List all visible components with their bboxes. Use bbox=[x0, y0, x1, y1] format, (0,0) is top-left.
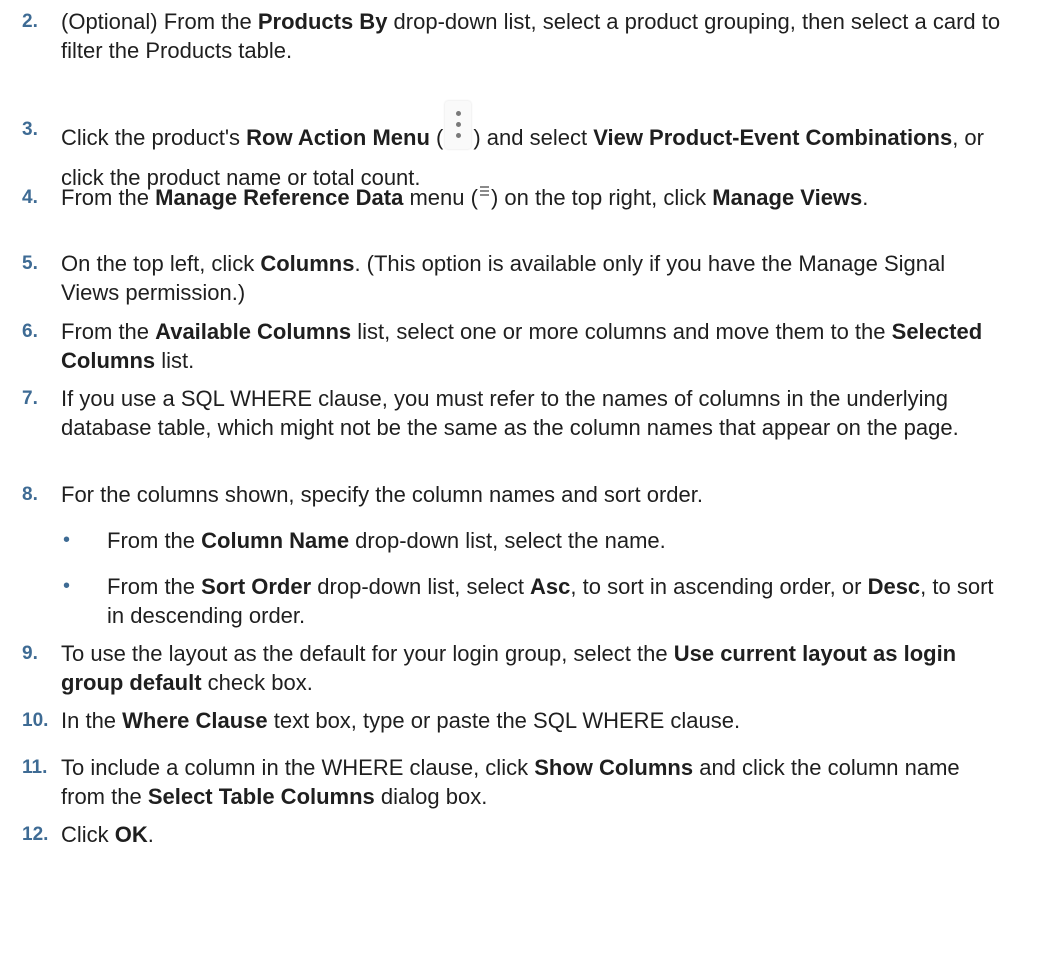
step-text: To include a column in the WHERE clause,… bbox=[61, 755, 960, 809]
step-text: If you use a SQL WHERE clause, you must … bbox=[61, 386, 959, 440]
step-text: From the Available Columns list, select … bbox=[61, 319, 983, 373]
step-number: 8. bbox=[22, 484, 38, 505]
step-text: From the Manage Reference Data menu () o… bbox=[61, 185, 869, 210]
step-number: 9. bbox=[22, 643, 38, 664]
step-text: Click the product's Row Action Menu () a… bbox=[61, 101, 1001, 192]
step-number: 12. bbox=[22, 824, 49, 845]
step-number: 10. bbox=[22, 710, 49, 731]
step-number: 2. bbox=[22, 11, 38, 32]
substep-text: From the Sort Order drop-down list, sele… bbox=[107, 574, 994, 628]
bullet: • bbox=[63, 575, 71, 597]
step-number: 6. bbox=[22, 321, 38, 342]
step-number: 3. bbox=[22, 119, 38, 140]
step-text: (Optional) From the Products By drop-dow… bbox=[61, 9, 1001, 63]
hamburger-menu-icon bbox=[479, 185, 490, 197]
step-number: 7. bbox=[22, 388, 38, 409]
step-number: 11. bbox=[22, 757, 48, 778]
step-number: 4. bbox=[22, 187, 38, 208]
bullet: • bbox=[63, 529, 71, 551]
step-text: For the columns shown, specify the colum… bbox=[61, 482, 703, 507]
step-text: Click OK. bbox=[61, 822, 154, 847]
substep-text: From the Column Name drop-down list, sel… bbox=[107, 528, 666, 553]
procedure-document: 2. (Optional) From the Products By drop-… bbox=[0, 0, 1041, 966]
step-text: On the top left, click Columns. (This op… bbox=[61, 251, 946, 305]
step-text: To use the layout as the default for you… bbox=[61, 641, 957, 695]
kebab-vertical-icon bbox=[445, 101, 472, 149]
step-number: 5. bbox=[22, 253, 38, 274]
step-text: In the Where Clause text box, type or pa… bbox=[61, 708, 741, 733]
